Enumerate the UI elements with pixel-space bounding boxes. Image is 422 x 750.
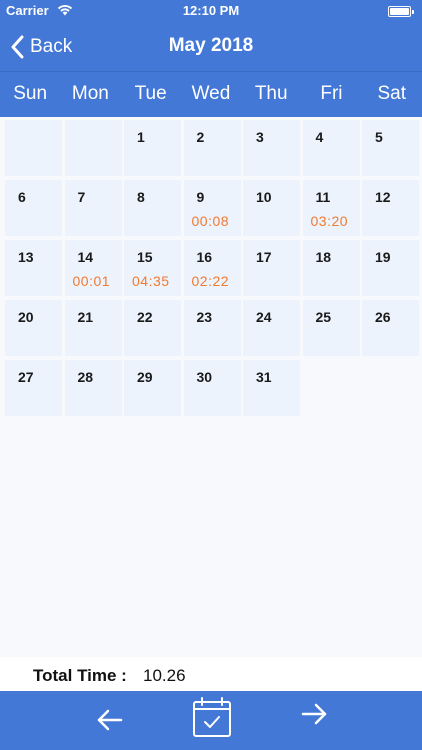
day-number: 21	[77, 309, 94, 325]
weekday-mon: Mon	[71, 83, 109, 104]
bottom-toolbar	[0, 691, 422, 750]
day-cell[interactable]: 25	[302, 300, 360, 356]
arrow-left-icon	[97, 709, 123, 731]
total-time-row: Total Time : 10.26	[0, 657, 422, 691]
navigation-bar: Back May 2018	[0, 22, 422, 71]
arrow-right-icon	[301, 703, 327, 725]
weekday-header: Sun Mon Tue Wed Thu Fri Sat	[0, 71, 422, 117]
day-number: 22	[137, 309, 153, 325]
weekday-sun: Sun	[13, 83, 48, 104]
weekday-wed: Wed	[191, 83, 231, 104]
day-cell[interactable]: 13	[5, 240, 62, 296]
day-cell[interactable]: 16 02:22	[183, 240, 241, 296]
day-number: 26	[375, 309, 391, 325]
weekday-thu: Thu	[254, 83, 288, 104]
day-number: 27	[18, 369, 34, 385]
day-cell[interactable]: 27	[5, 360, 62, 416]
day-number: 12	[375, 189, 391, 205]
day-number: 31	[256, 369, 272, 385]
weekday-tue: Tue	[134, 83, 167, 104]
day-cell[interactable]: 31	[243, 360, 300, 416]
page-title: May 2018	[168, 35, 254, 56]
day-cell[interactable]: 23	[183, 300, 241, 356]
day-number: 16	[196, 249, 213, 265]
day-time: 04:35	[132, 273, 170, 289]
day-number: 18	[315, 249, 332, 265]
day-number: 5	[375, 129, 383, 145]
next-month-button[interactable]	[299, 699, 329, 729]
day-time: 00:01	[72, 273, 111, 289]
day-number: 8	[137, 189, 145, 205]
calendar-check-icon	[193, 697, 231, 737]
day-number: 9	[196, 189, 205, 205]
day-number: 6	[18, 189, 26, 205]
day-number: 28	[77, 369, 94, 385]
day-cell[interactable]: 5	[362, 120, 419, 176]
status-time: 12:10 PM	[182, 3, 240, 18]
day-cell[interactable]: 29	[124, 360, 181, 416]
day-cell[interactable]: 9 00:08	[183, 180, 241, 236]
day-number: 19	[375, 249, 391, 265]
day-cell-empty	[64, 120, 122, 176]
status-bar: Carrier 12:10 PM	[0, 0, 422, 22]
weekday-fri: Fri	[320, 83, 343, 104]
day-cell[interactable]: 14 00:01	[64, 240, 122, 296]
day-number: 30	[196, 369, 213, 385]
day-cell[interactable]: 15 04:35	[124, 240, 181, 296]
day-number: 15	[137, 249, 153, 265]
day-number: 25	[315, 309, 332, 325]
day-number: 24	[256, 309, 272, 325]
day-cell[interactable]: 11 03:20	[302, 180, 360, 236]
day-cell[interactable]: 6	[5, 180, 62, 236]
day-number: 23	[196, 309, 213, 325]
day-number: 1	[137, 129, 145, 145]
day-cell[interactable]: 24	[243, 300, 300, 356]
day-cell-empty	[5, 120, 62, 176]
day-number: 2	[196, 129, 205, 145]
day-time: 02:22	[191, 273, 230, 289]
day-number: 10	[256, 189, 272, 205]
day-cell[interactable]: 8	[124, 180, 181, 236]
day-cell[interactable]: 1	[124, 120, 181, 176]
day-cell[interactable]: 19	[362, 240, 419, 296]
day-cell[interactable]: 10	[243, 180, 300, 236]
day-cell[interactable]: 30	[183, 360, 241, 416]
day-cell[interactable]: 18	[302, 240, 360, 296]
weekday-sat: Sat	[377, 83, 406, 104]
day-number: 20	[18, 309, 34, 325]
day-time: 00:08	[191, 213, 230, 229]
day-cell[interactable]: 2	[183, 120, 241, 176]
day-cell[interactable]: 3	[243, 120, 300, 176]
day-cell[interactable]: 12	[362, 180, 419, 236]
day-number: 13	[18, 249, 34, 265]
day-cell[interactable]: 7	[64, 180, 122, 236]
total-time-value: 10.26	[143, 666, 186, 685]
day-cell[interactable]: 21	[64, 300, 122, 356]
day-cell[interactable]: 26	[362, 300, 419, 356]
day-number: 7	[77, 189, 86, 205]
day-number: 4	[315, 129, 324, 145]
day-cell[interactable]: 28	[64, 360, 122, 416]
day-number: 3	[256, 129, 264, 145]
day-number: 11	[315, 189, 331, 205]
day-number: 17	[256, 249, 272, 265]
day-cell[interactable]: 17	[243, 240, 300, 296]
battery-icon	[388, 6, 414, 17]
day-number: 14	[77, 249, 94, 265]
day-time: 03:20	[310, 213, 349, 229]
day-cell[interactable]: 22	[124, 300, 181, 356]
previous-month-button[interactable]	[95, 705, 125, 735]
day-cell[interactable]: 20	[5, 300, 62, 356]
day-cell[interactable]: 4	[302, 120, 360, 176]
today-button[interactable]	[192, 696, 232, 738]
day-number: 29	[137, 369, 153, 385]
total-time-label: Total Time :	[33, 666, 127, 685]
